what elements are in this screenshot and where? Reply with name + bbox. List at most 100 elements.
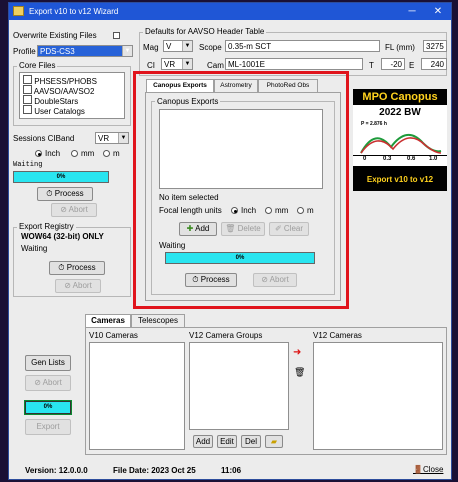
e-label: E [409,61,415,70]
overwrite-checkbox[interactable] [113,32,120,39]
group-del-button[interactable]: Del [241,435,261,448]
chevron-down-icon: ▼ [182,59,192,69]
canopus-unit-m-label: m [307,206,314,215]
logo-tick: 0.3 [383,156,392,162]
registry-process-label: Process [66,263,96,272]
profile-label: Profile [13,47,36,56]
core-file-checkbox[interactable] [23,75,32,84]
overwrite-label: Overwrite Existing Files [13,31,97,40]
mpo-canopus-logo: MPO Canopus 2022 BW P = 2.876 h 0 0.3 0.… [353,89,447,191]
process-icon: ⏱ [58,263,65,272]
ci-label: CI [147,61,155,70]
canopus-progress-bar: 0% [165,252,315,264]
tab-photored-obs[interactable]: PhotoRed Obs [258,79,318,92]
tab-cameras[interactable]: Cameras [85,314,131,327]
export-button[interactable]: Export [25,419,71,435]
group-add-button[interactable]: Add [193,435,213,448]
v10-cameras-list[interactable] [89,342,185,450]
close-button[interactable]: 🚪Close [413,465,443,474]
process-icon: ⏱ [192,275,199,284]
lists-progress-bar: 0% [24,400,72,415]
left-unit-m-radio[interactable] [103,150,110,157]
core-file-checkbox[interactable] [23,105,32,114]
export-wizard-window: Export v10 to v12 Wizard ─ ✕ Overwrite E… [8,2,452,480]
version-label: Version: 12.0.0.0 [25,466,88,475]
canopus-waiting-status: Waiting [159,241,186,250]
sessions-cband-value: VR [98,134,110,143]
minimize-button[interactable]: ─ [401,3,423,20]
core-files-title: Core Files [17,61,58,70]
scope-input[interactable]: 0.35-m SCT [225,40,380,52]
profile-value: PDS-CS3 [40,47,75,56]
lightcurve-graphic [360,134,442,154]
canopus-abort-button[interactable]: ⊘ Abort [253,273,297,287]
registry-abort-button[interactable]: ⊘ Abort [55,279,101,293]
header-defaults-title: Defaults for AAVSO Header Table [143,27,267,36]
mag-label: Mag [143,43,159,52]
fl-label: FL (mm) [385,43,415,52]
abort-icon: ⊘ [261,275,268,284]
left-abort-button[interactable]: ⊘ Abort [51,203,97,217]
logo-tick: 1.0 [429,156,438,162]
logo-lightcurve-panel: 2022 BW P = 2.876 h [353,105,447,155]
lists-abort-button[interactable]: ⊘ Abort [25,375,71,391]
left-waiting-status: Waiting [13,161,43,169]
core-files-list[interactable]: PHSESS/PHOBS AAVSO/AAVSO2 DoubleStars Us… [19,72,125,119]
abort-icon: ⊘ [60,205,67,214]
tab-telescopes[interactable]: Telescopes [131,314,185,327]
sessions-cband-select[interactable]: VR ▼ [95,132,129,144]
title-bar[interactable]: Export v10 to v12 Wizard ─ ✕ [9,3,451,20]
registry-note: WOW64 (32-bit) ONLY [21,232,104,241]
ci-value: VR [164,60,176,69]
open-folder-icon[interactable]: ▰ [265,435,283,448]
left-unit-mm-radio[interactable] [71,150,78,157]
logo-footer: Export v10 to v12 [366,175,434,184]
canopus-unit-m-radio[interactable] [297,207,304,214]
move-right-arrow-icon[interactable]: ➜ [293,348,305,358]
canopus-unit-mm-radio[interactable] [265,207,272,214]
close-window-button[interactable]: ✕ [427,3,449,20]
ci-select[interactable]: VR ▼ [161,58,193,70]
canopus-abort-label: Abort [269,275,289,284]
v12-cameras-label: V12 Cameras [313,331,362,340]
canopus-unit-inch-label: Inch [241,206,257,215]
registry-process-button[interactable]: ⏱ Process [49,261,105,275]
canopus-add-button[interactable]: ✚ Add [179,222,217,236]
core-file-checkbox[interactable] [23,95,32,104]
canopus-unit-inch-radio[interactable] [231,207,238,214]
canopus-unit-mm-label: mm [275,206,289,215]
group-edit-button[interactable]: Edit [217,435,237,448]
gen-lists-button[interactable]: Gen Lists [25,355,71,371]
left-unit-inch-radio[interactable] [35,150,42,157]
tab-canopus-exports[interactable]: Canopus Exports [146,79,214,92]
focal-units-label: Focal length units [159,206,222,215]
t-input[interactable]: -20 [381,58,405,70]
left-process-button[interactable]: ⏱ Process [37,187,93,201]
chevron-down-icon: ▼ [118,133,128,143]
t-label: T [369,61,374,70]
logo-axis-ticks: 0 0.3 0.6 1.0 [353,156,447,166]
canopus-status: No item selected [159,193,219,202]
canopus-delete-label: Delete [237,224,261,233]
mag-value: V [166,42,172,51]
v12-cameras-list[interactable] [313,342,443,450]
cam-input[interactable]: ML-1001E [225,58,363,70]
profile-select[interactable]: PDS-CS3 ▼ [37,45,133,57]
v12-camera-groups-list[interactable] [189,342,289,430]
left-unit-mm-label: mm [81,149,95,158]
fl-input[interactable]: 3275 [423,40,447,52]
exit-door-icon: 🚪 [413,465,423,474]
left-progress-bar: 0% [13,171,109,183]
sessions-cband-label: Sessions CIBand [13,134,75,143]
core-file-checkbox[interactable] [23,85,32,94]
canopus-process-button[interactable]: ⏱ Process [185,273,237,287]
canopus-clear-button[interactable]: ✐ Clear [269,222,309,236]
canopus-delete-button[interactable]: 🗑 Delete [221,222,265,236]
canopus-exports-list[interactable] [159,109,323,189]
export-registry-title: Export Registry [17,222,76,231]
tab-astrometry[interactable]: Astrometry [214,79,258,92]
mag-select[interactable]: V ▼ [163,40,193,52]
core-file-item[interactable]: User Catalogs [23,105,85,116]
trash-icon[interactable]: 🗑 [294,367,305,378]
e-input[interactable]: 240 [421,58,447,70]
